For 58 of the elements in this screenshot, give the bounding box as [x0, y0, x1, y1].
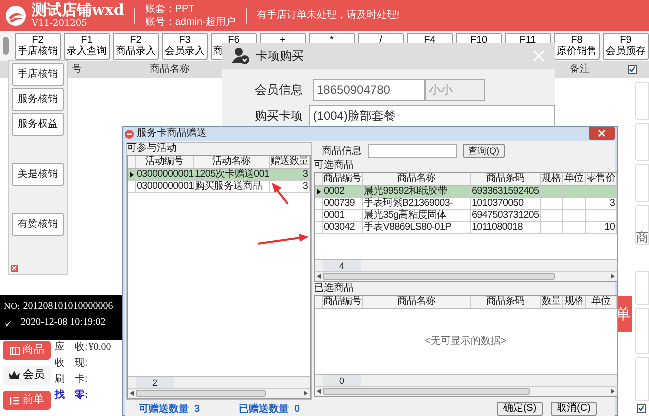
store-title: 测试店铺wxd: [32, 2, 124, 18]
row-count: 4: [323, 260, 361, 271]
table-cell: 000739: [323, 198, 363, 209]
account-set-text: 账套：PPT: [145, 2, 196, 16]
column-header: 单位: [586, 296, 617, 308]
total-label: 收 现:: [55, 357, 88, 370]
group-title: 可选商品: [314, 160, 355, 172]
column-header: 活动名称: [194, 156, 270, 168]
column-header: 规格: [541, 173, 563, 185]
table-cell: 1010370050: [471, 198, 541, 209]
table-cell: 手表珂紫B21369003-: [363, 198, 471, 209]
dialog-title: 卡项购买: [256, 48, 305, 65]
notice-text: 有手店订单未处理，请及时处理!: [256, 8, 400, 23]
order-datetime: 2020-12-08 10:19:02: [21, 318, 106, 328]
table-cell: 03000000001: [136, 169, 194, 180]
column-header: 单位: [563, 173, 586, 185]
table-cell: 6933631592405: [471, 186, 541, 197]
table-cell: 3: [586, 198, 617, 209]
field-label: 购买卡项: [255, 108, 304, 125]
account-text: 账号：admin-超用户: [145, 16, 236, 28]
group-title: 已选商品: [314, 283, 355, 295]
table-cell: 0001: [323, 210, 363, 221]
table-cell: 3: [270, 169, 310, 180]
table-cell: 03000000001: [136, 181, 194, 192]
total-value: ¥0.00: [88, 341, 112, 354]
table-cell: 1011080018: [471, 222, 541, 233]
giftable-count: 可赠送数量 3: [139, 402, 202, 416]
group-title: 可参与活动: [127, 143, 178, 155]
order-number-label: NO:: [4, 301, 20, 313]
column-header: 赠送数量: [270, 156, 310, 168]
table-cell: 晨光35g高粘度固体: [363, 210, 471, 221]
total-label: 刷 卡:: [55, 373, 88, 386]
table-cell: 手表V8869LS80-01P: [363, 222, 471, 233]
version-text: V11-201205: [32, 20, 88, 28]
column-header: 零售价: [586, 173, 617, 185]
table-cell: 10: [586, 222, 617, 233]
total-label: 找 零:: [55, 389, 88, 402]
table-cell: 6947503731205: [471, 210, 541, 221]
table-cell: 0002: [323, 186, 363, 197]
column-header: 数量: [541, 296, 563, 308]
table-cell: 003042: [323, 222, 363, 233]
total-label: 应 收:: [55, 341, 88, 354]
row-count: 2: [136, 377, 174, 388]
column-header: 规格: [563, 296, 586, 308]
column-header: 备注: [570, 62, 591, 77]
table-cell: 1205次卡赠送001: [194, 169, 270, 180]
row-count: 0: [323, 375, 361, 386]
empty-message: <无可显示的数据>: [425, 335, 507, 349]
dialog-title: 服务卡商品赠送: [137, 129, 208, 139]
order-number: 201208101010000006: [23, 302, 114, 312]
table-cell: 晨光99592和纸胶带: [363, 186, 471, 197]
field-label: 会员信息: [255, 82, 304, 99]
gifted-count: 已赠送数量 0: [239, 402, 302, 416]
field-label: 商品信息: [322, 144, 362, 158]
table-cell: 购买服务送商品: [194, 181, 270, 192]
column-header: 号: [72, 63, 83, 77]
column-header: 活动编号: [136, 156, 194, 168]
column-header: 商品名称: [150, 62, 191, 77]
